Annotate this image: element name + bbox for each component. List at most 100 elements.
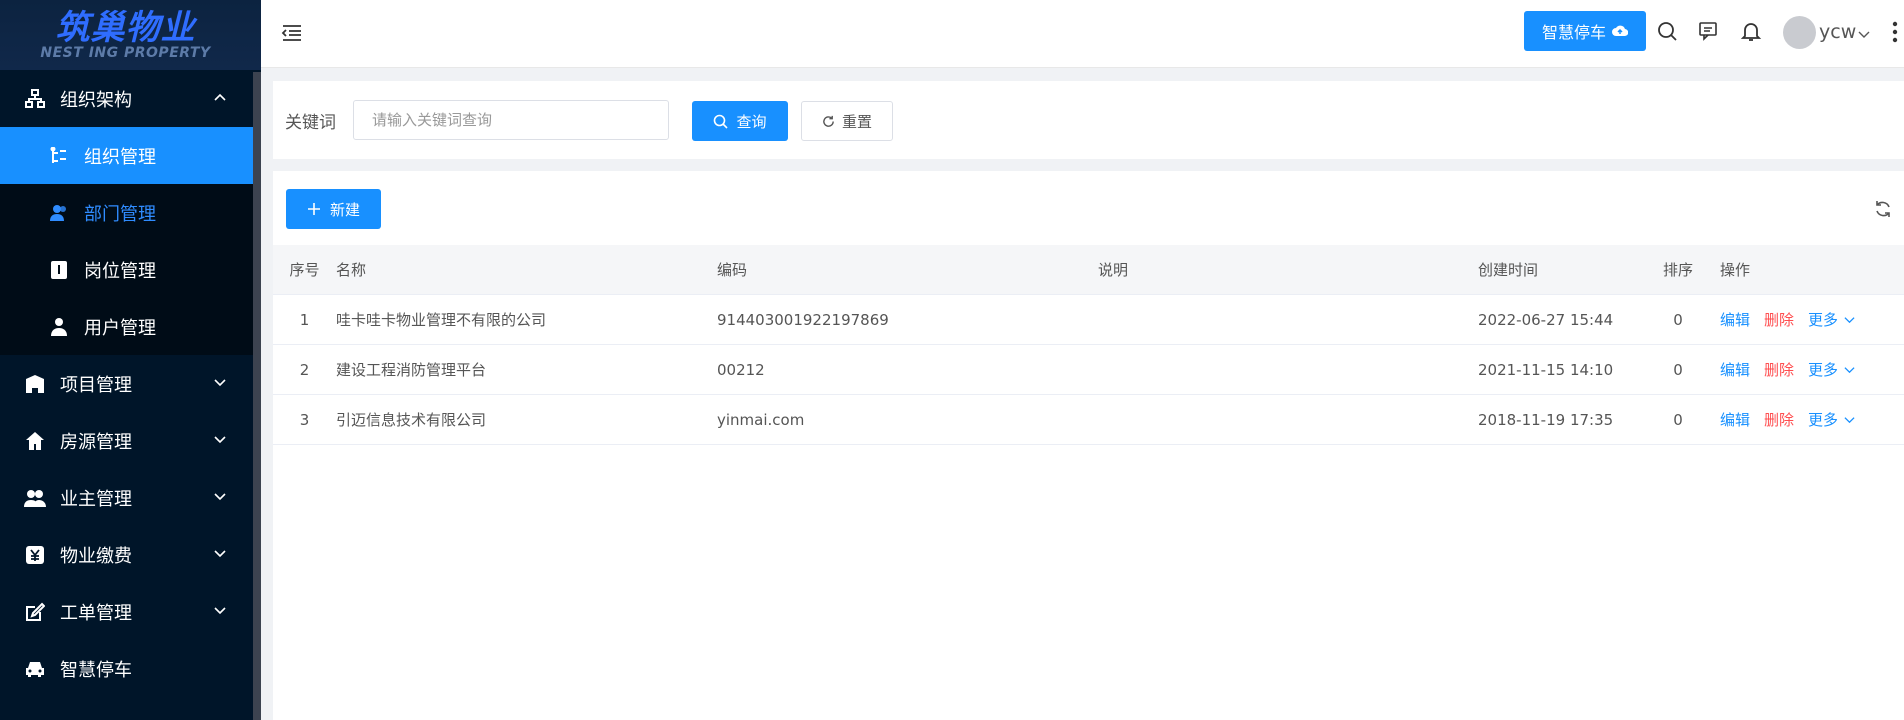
logo-subtext: NEST ING PROPERTY xyxy=(40,45,211,61)
submenu-org: 组织管理 部门管理 岗位管理 用户管理 xyxy=(0,127,253,355)
home-icon xyxy=(24,430,46,452)
cell-code: yinmai.com xyxy=(717,410,805,429)
logo-text: 筑巢物业 xyxy=(55,8,196,48)
chevron-down-icon xyxy=(214,550,226,558)
sidebar-item-label: 业主管理 xyxy=(60,488,132,510)
edit-link[interactable]: 编辑 xyxy=(1720,409,1750,430)
menu-fold-icon[interactable] xyxy=(281,22,303,44)
sidebar-item-org-structure[interactable]: 组织架构 xyxy=(0,70,253,127)
refresh-icon[interactable] xyxy=(1873,199,1893,219)
search-icon xyxy=(714,114,729,129)
sidebar-item-label: 组织管理 xyxy=(84,146,156,168)
delete-link[interactable]: 删除 xyxy=(1764,409,1794,430)
sidebar-item-label: 岗位管理 xyxy=(84,260,156,282)
delete-link[interactable]: 删除 xyxy=(1764,359,1794,380)
badge-icon xyxy=(48,259,70,281)
sidebar-item-owners[interactable]: 业主管理 xyxy=(0,469,253,526)
col-header: 说明 xyxy=(1098,261,1129,279)
smart-parking-label: 智慧停车 xyxy=(1541,23,1606,42)
sidebar-item-project[interactable]: 项目管理 xyxy=(0,355,253,412)
query-label: 查询 xyxy=(736,112,767,131)
more-dropdown[interactable]: 更多 xyxy=(1808,409,1855,430)
cell-idx: 3 xyxy=(299,410,310,429)
edit-icon xyxy=(24,601,46,623)
chevron-down-icon xyxy=(1844,317,1855,324)
reset-label: 重置 xyxy=(841,112,872,131)
keyword-label: 关键词 xyxy=(285,113,336,133)
cell-sort: 0 xyxy=(1673,360,1683,379)
bell-icon[interactable] xyxy=(1740,20,1762,42)
new-button[interactable]: 新建 xyxy=(286,189,381,229)
more-dropdown[interactable]: 更多 xyxy=(1808,359,1855,380)
sidebar-item-parking[interactable]: 智慧停车 xyxy=(0,640,253,697)
query-button[interactable]: 查询 xyxy=(692,101,788,141)
sidebar-item-label: 房源管理 xyxy=(60,431,132,453)
sidebar-item-user[interactable]: 用户管理 xyxy=(0,298,253,355)
more-vertical-icon[interactable] xyxy=(1891,20,1899,44)
message-icon[interactable] xyxy=(1697,20,1719,42)
cell-ops: 编辑 删除 更多 xyxy=(1712,359,1862,380)
chevron-down-icon xyxy=(214,379,226,387)
delete-link[interactable]: 删除 xyxy=(1764,309,1794,330)
cell-ops: 编辑 删除 更多 xyxy=(1712,409,1862,430)
tree-icon xyxy=(48,145,70,167)
col-header: 创建时间 xyxy=(1478,261,1539,279)
edit-link[interactable]: 编辑 xyxy=(1720,359,1750,380)
main-panel: 新建 序号 名称 编码 说明 创建时间 排序 操作 1 哇卡哇卡物业管理不有限的… xyxy=(273,171,1904,720)
chevron-down-icon xyxy=(214,436,226,444)
table-header: 序号 名称 编码 说明 创建时间 排序 操作 xyxy=(273,245,1904,295)
sidebar-item-org-management[interactable]: 组织管理 xyxy=(0,127,253,184)
more-label: 更多 xyxy=(1808,411,1839,429)
sidebar-item-department[interactable]: 部门管理 xyxy=(0,184,253,241)
new-label: 新建 xyxy=(329,200,360,219)
user-icon xyxy=(48,316,70,338)
username[interactable]: ycw xyxy=(1819,21,1856,43)
cell-time: 2021-11-15 14:10 xyxy=(1478,360,1614,379)
more-label: 更多 xyxy=(1808,311,1839,329)
chevron-down-icon[interactable] xyxy=(1858,28,1870,40)
sidebar-menu: 组织架构 组织管理 部门管理 岗位管理 用户管理 项目管理 房源管理 业主管理 … xyxy=(0,70,253,697)
table-row: 3 引迈信息技术有限公司 yinmai.com 2018-11-19 17:35… xyxy=(273,395,1904,445)
avatar[interactable] xyxy=(1783,16,1816,49)
cell-ops: 编辑 删除 更多 xyxy=(1712,309,1862,330)
plus-icon xyxy=(307,203,320,215)
col-header: 名称 xyxy=(336,261,367,279)
sidebar-item-work-order[interactable]: 工单管理 xyxy=(0,583,253,640)
sidebar-scrollbar[interactable] xyxy=(253,72,261,720)
owners-icon xyxy=(24,487,46,509)
org-chart-icon xyxy=(24,88,46,110)
cell-sort: 0 xyxy=(1673,410,1683,429)
sidebar-item-fees[interactable]: 物业缴费 xyxy=(0,526,253,583)
cell-code: 914403001922197869 xyxy=(717,310,889,329)
yuan-icon xyxy=(24,544,46,566)
sidebar: 筑巢物业 NEST ING PROPERTY 组织架构 组织管理 部门管理 岗位… xyxy=(0,0,261,720)
sidebar-item-housing[interactable]: 房源管理 xyxy=(0,412,253,469)
logo: 筑巢物业 NEST ING PROPERTY xyxy=(0,0,261,70)
col-header: 编码 xyxy=(717,261,748,279)
sidebar-item-label: 用户管理 xyxy=(84,317,156,339)
edit-link[interactable]: 编辑 xyxy=(1720,309,1750,330)
search-panel: 关键词 请输入关键词查询 查询 重置 xyxy=(273,81,1904,159)
cell-name: 建设工程消防管理平台 xyxy=(336,361,487,379)
col-header: 排序 xyxy=(1662,261,1693,279)
keyword-input[interactable]: 请输入关键词查询 xyxy=(353,100,669,140)
search-icon[interactable] xyxy=(1656,20,1678,42)
more-dropdown[interactable]: 更多 xyxy=(1808,309,1855,330)
org-table: 序号 名称 编码 说明 创建时间 排序 操作 1 哇卡哇卡物业管理不有限的公司 … xyxy=(273,245,1904,445)
table-row: 1 哇卡哇卡物业管理不有限的公司 914403001922197869 2022… xyxy=(273,295,1904,345)
reset-button[interactable]: 重置 xyxy=(801,101,893,141)
sidebar-item-label: 物业缴费 xyxy=(60,545,132,567)
sidebar-item-label: 智慧停车 xyxy=(60,659,132,681)
sidebar-item-label: 项目管理 xyxy=(60,374,132,396)
col-header: 操作 xyxy=(1720,261,1751,279)
sidebar-item-label: 部门管理 xyxy=(84,203,156,225)
refresh-icon xyxy=(823,115,834,127)
sidebar-item-label: 组织架构 xyxy=(60,89,132,111)
cell-sort: 0 xyxy=(1673,310,1683,329)
cell-time: 2022-06-27 15:44 xyxy=(1478,310,1614,329)
cell-name: 哇卡哇卡物业管理不有限的公司 xyxy=(336,311,547,329)
smart-parking-button[interactable]: 智慧停车 xyxy=(1524,11,1646,51)
sidebar-item-label: 工单管理 xyxy=(60,602,132,624)
chevron-down-icon xyxy=(1844,417,1855,424)
sidebar-item-position[interactable]: 岗位管理 xyxy=(0,241,253,298)
